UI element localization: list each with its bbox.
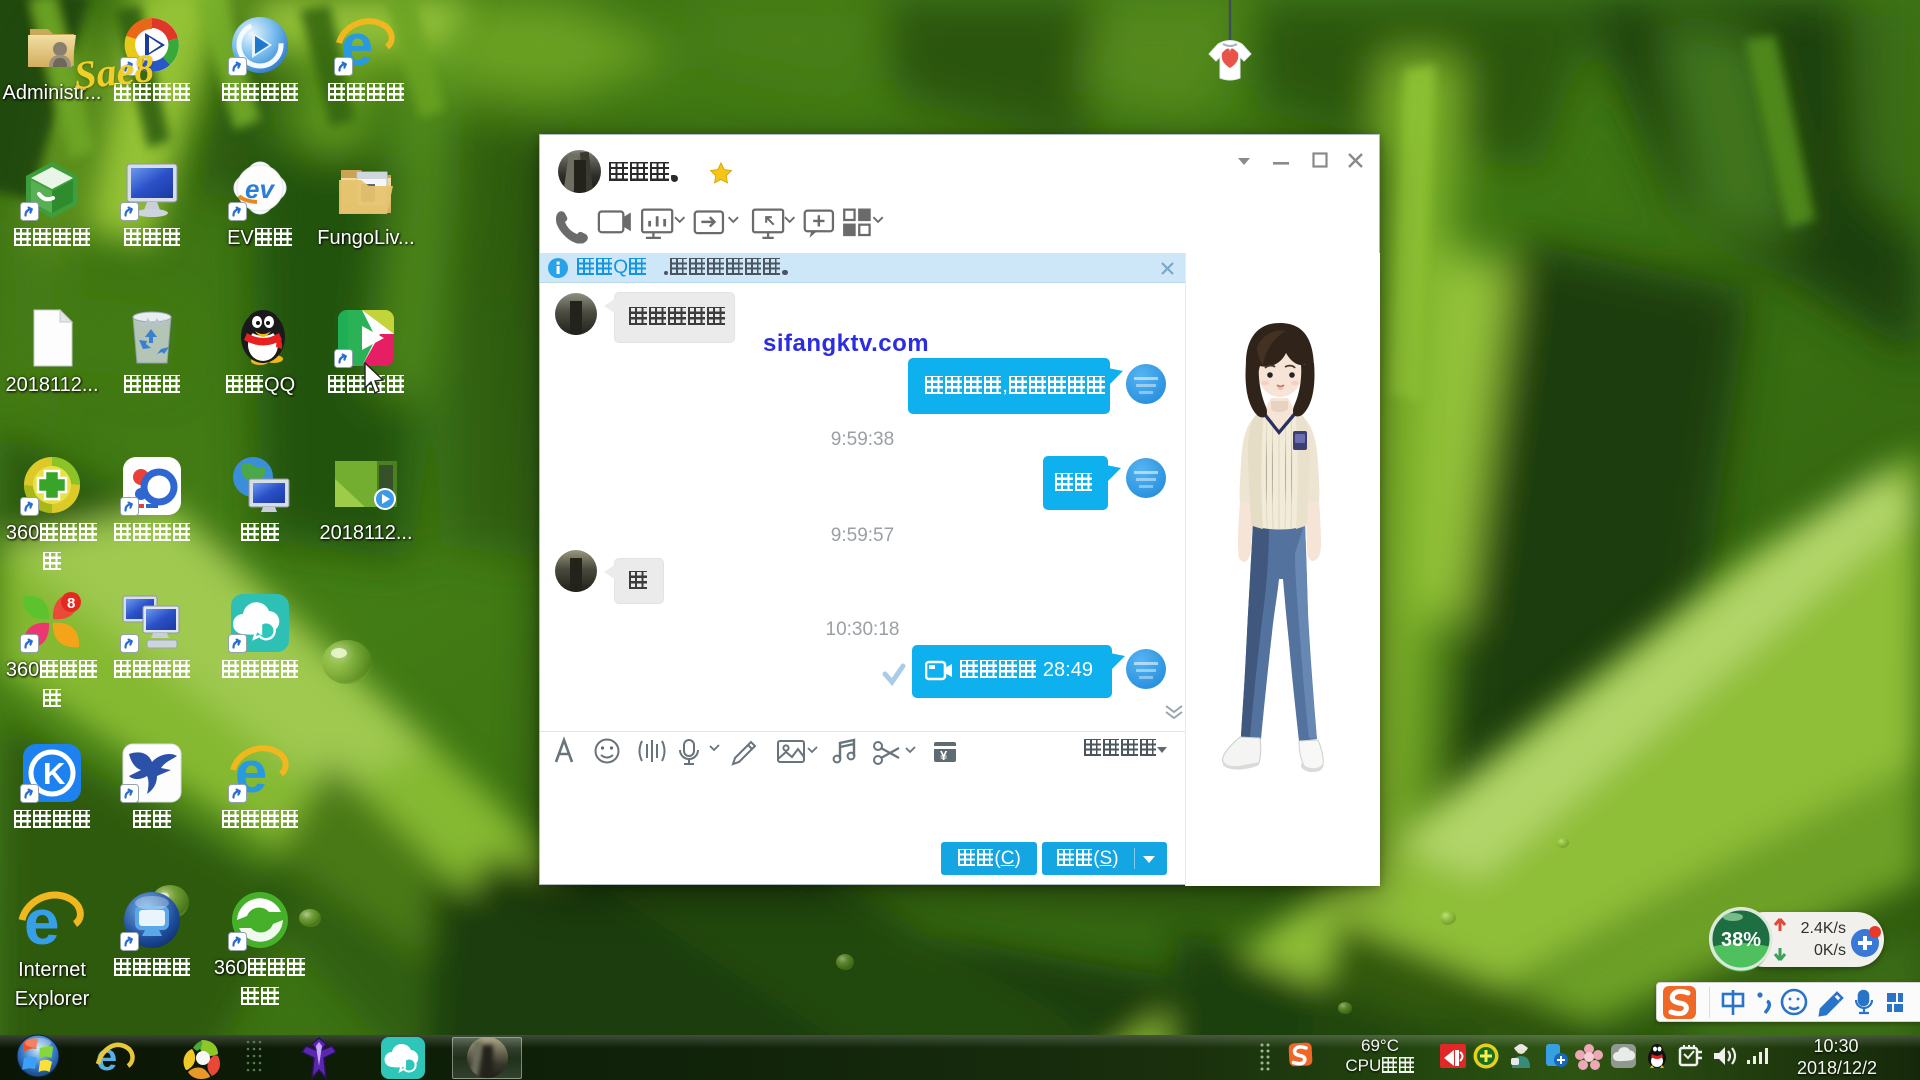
svg-text:8: 8 (67, 595, 75, 612)
svg-text:K: K (43, 756, 66, 791)
svg-text:38%: 38% (1721, 929, 1761, 951)
svg-text:ev: ev (245, 174, 275, 204)
svg-text:¥: ¥ (940, 748, 948, 763)
